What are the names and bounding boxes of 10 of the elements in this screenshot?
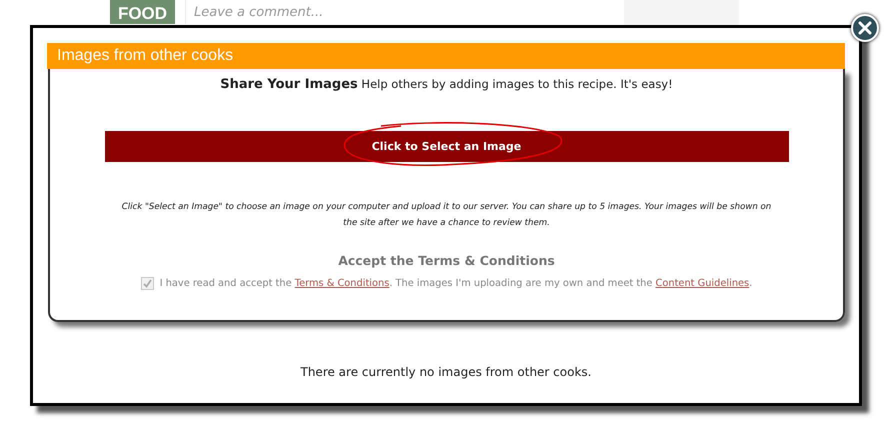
dialog-title: Images from other cooks: [47, 43, 845, 69]
empty-message: There are currently no images from other cooks.: [300, 365, 592, 379]
terms-text: I have read and accept the Terms & Conditions. The images I'm uploading are my own and meet the Content Guidelines.: [160, 278, 752, 289]
close-button[interactable]: [851, 14, 879, 42]
intro-text: Share Your Images Help others by adding images to this recipe. It's easy!: [220, 77, 673, 92]
close-icon: [858, 21, 872, 35]
terms-heading: Accept the Terms & Conditions: [338, 253, 555, 268]
select-image-button[interactable]: Click to Select an Image: [104, 131, 788, 162]
instructions-text: Click "Select an Image" to choose an image on your computer and upload it to our server. You can share up to 5 images. Your images will be shown on the site after we have a chance to review them.: [120, 201, 772, 230]
logo: FOOD: [110, 0, 175, 24]
